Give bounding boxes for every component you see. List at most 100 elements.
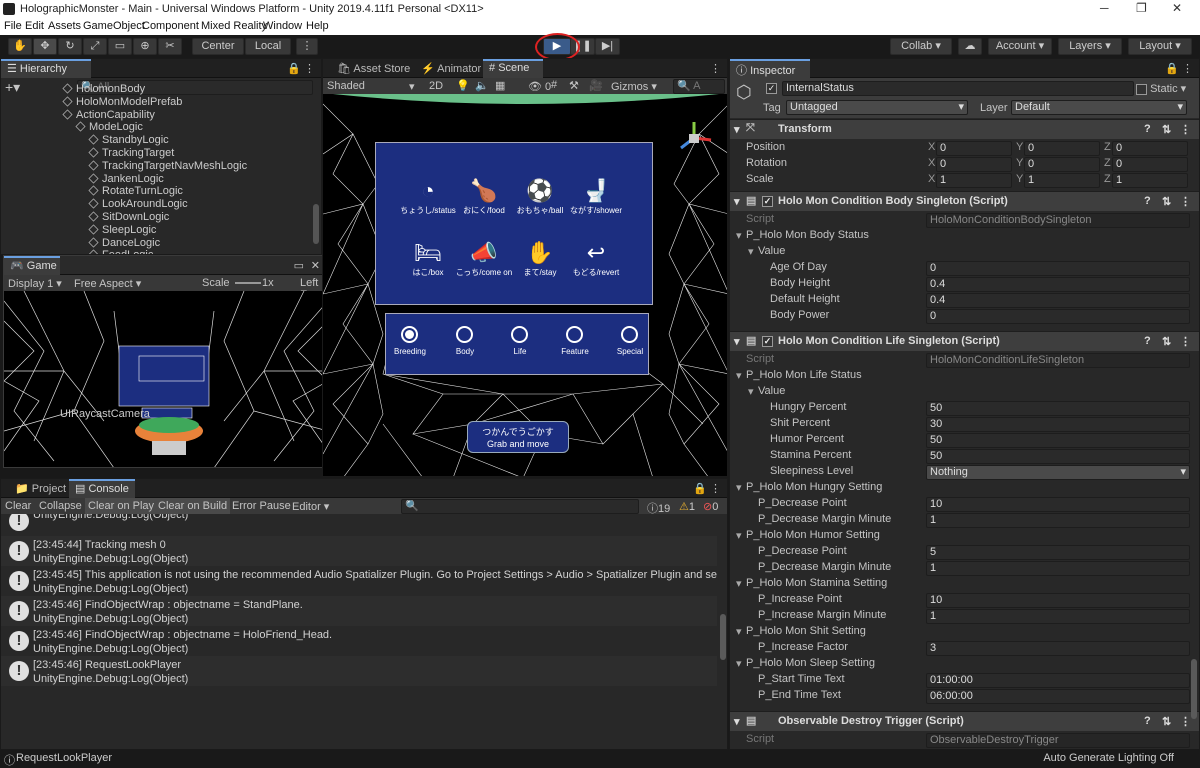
console-message[interactable]: ! [23:45:46] FindObjectWrap : objectname … (1, 626, 717, 656)
scale-slider[interactable] (235, 282, 261, 284)
camera-icon[interactable]: 🎥 (589, 79, 603, 92)
radio-breeding[interactable] (401, 326, 418, 343)
radio-life[interactable] (511, 326, 528, 343)
script-reference-field[interactable]: HoloMonConditionLifeSingleton (926, 353, 1190, 368)
value-field[interactable]: 30 (926, 417, 1190, 432)
sleepiness-dropdown[interactable]: Nothing ▾ (926, 465, 1190, 480)
foldout-arrow-icon[interactable]: ▾ (736, 625, 742, 638)
console-message[interactable]: ! [23:45:44] Tracking mesh 0 UnityEngine.D… (1, 536, 717, 566)
warning-count-toggle[interactable]: ⚠1 (679, 500, 695, 513)
menu-gameobject[interactable]: GameObject (83, 20, 145, 32)
value-field[interactable]: 0 (926, 309, 1190, 324)
add-icon[interactable]: +▾ (5, 79, 20, 96)
transform-x-field[interactable]: 0 (936, 141, 1012, 156)
menu-help[interactable]: Help (306, 20, 329, 32)
menu-component[interactable]: Component (142, 20, 199, 32)
kebab-menu-icon[interactable]: ⋮ (710, 62, 721, 75)
rect-tool-icon[interactable]: ▭ (108, 38, 132, 55)
value-field[interactable]: 1 (926, 561, 1190, 576)
tab-scene[interactable]: # Scene (483, 59, 543, 78)
console-message[interactable]: ! [23:45:45] This application is not usin… (1, 566, 717, 596)
collapse-button[interactable]: Collapse (39, 500, 82, 512)
gizmos-dropdown[interactable]: Gizmos ▾ (611, 80, 657, 93)
value-field[interactable]: 3 (926, 641, 1190, 656)
close-icon[interactable]: ✕ (1172, 1, 1182, 15)
lock-icon[interactable]: 🔒 (287, 62, 301, 75)
help-icon[interactable]: ? (1144, 335, 1151, 347)
transform-y-field[interactable]: 1 (1024, 173, 1100, 188)
transform-x-field[interactable]: 1 (936, 173, 1012, 188)
move-tool-icon[interactable]: ✥ (33, 38, 57, 55)
hud-button-hand[interactable]: ✋ まて/stay (510, 239, 570, 287)
script-reference-field[interactable]: ObservableDestroyTrigger (926, 733, 1190, 748)
audio-icon[interactable]: 🔈 (475, 79, 489, 92)
tab-game[interactable]: 🎮 Game (4, 256, 60, 275)
value-field[interactable]: 1 (926, 513, 1190, 528)
foldout-arrow-icon[interactable]: ▾ (734, 335, 740, 348)
menu-file[interactable]: File (4, 20, 22, 32)
kebab-menu-icon[interactable]: ⋮ (304, 62, 315, 75)
kebab-menu-icon[interactable]: ⋮ (710, 482, 721, 495)
foldout-arrow-icon[interactable]: ▾ (736, 657, 742, 670)
component-header[interactable]: ▾ ⤧ Transform? ⇅ ⋮ (730, 119, 1199, 139)
lock-icon[interactable]: 🔒 (693, 482, 707, 495)
account-dropdown[interactable]: Account ▾ (988, 38, 1052, 55)
pivot-local-button[interactable]: Local (245, 38, 291, 55)
foldout-arrow-icon[interactable]: ▾ (734, 123, 740, 136)
value-field[interactable]: 50 (926, 449, 1190, 464)
tools-icon[interactable]: ⚒ (569, 79, 579, 92)
help-icon[interactable]: ? (1144, 123, 1151, 135)
console-message[interactable]: ! [23:45:46] FindObjectWrap : objectname … (1, 596, 717, 626)
transform-z-field[interactable]: 0 (1112, 141, 1188, 156)
foldout-arrow-icon[interactable]: ▾ (736, 369, 742, 382)
value-field[interactable]: 10 (926, 497, 1190, 512)
tab-console[interactable]: ▤ Console (69, 479, 135, 498)
status-message[interactable]: RequestLookPlayer (16, 752, 112, 764)
console-search-input[interactable]: 🔍 (401, 499, 639, 514)
scene-view[interactable]: ◔ ちょうし/status 🍗 おにく/food ⚽ おもちゃ/ball 🚽 ながす/show… (323, 94, 727, 476)
lighting-icon[interactable]: 💡 (456, 79, 470, 92)
menu-edit[interactable]: Edit (25, 20, 44, 32)
object-name-field[interactable]: InternalStatus (782, 81, 1134, 96)
layers-dropdown[interactable]: Layers ▾ (1058, 38, 1122, 55)
hud-button-bed[interactable]: 🛏 はこ/box (398, 239, 458, 287)
hud-button-undo[interactable]: ↩ もどる/revert (566, 239, 626, 287)
tag-dropdown[interactable]: Untagged ▾ (786, 100, 968, 115)
preset-icon[interactable]: ⇅ (1162, 715, 1171, 728)
collab-button[interactable]: Collab ▾ (890, 38, 952, 55)
hud-button-drumstick[interactable]: 🍗 おにく/food (454, 177, 514, 225)
hierarchy-scrollbar[interactable] (313, 204, 319, 244)
clear-button[interactable]: Clear (5, 500, 31, 512)
cloud-icon[interactable]: ☁ (958, 38, 982, 55)
value-field[interactable]: 50 (926, 433, 1190, 448)
grid-snap-icon[interactable]: ⋮ (296, 38, 318, 55)
hud-button-megaphone[interactable]: 📣 こっち/come on (454, 239, 514, 287)
scene-orientation-gizmo[interactable] (675, 118, 713, 158)
tab-animator[interactable]: ⚡ Animator (415, 59, 487, 78)
kebab-menu-icon[interactable]: ⋮ (1180, 335, 1191, 348)
kebab-menu-icon[interactable]: ⋮ (1180, 715, 1191, 728)
console-message[interactable]: ! [23:45:46] RequestLookPlayer UnityEngine… (1, 656, 717, 686)
component-enabled-checkbox[interactable]: ✓ (762, 195, 773, 207)
active-checkbox[interactable]: ✓ (766, 82, 777, 94)
value-field[interactable]: 0.4 (926, 277, 1190, 292)
foldout-arrow-icon[interactable]: ▾ (736, 529, 742, 542)
radio-special[interactable] (621, 326, 638, 343)
value-field[interactable]: 0 (926, 261, 1190, 276)
kebab-menu-icon[interactable]: ⋮ (1180, 195, 1191, 208)
kebab-menu-icon[interactable]: ⋮ (1182, 62, 1193, 75)
tab-project[interactable]: 📁 Project (9, 479, 72, 498)
value-field[interactable]: 5 (926, 545, 1190, 560)
foldout-arrow-icon[interactable]: ▾ (736, 229, 742, 242)
layer-dropdown[interactable]: Default ▾ (1011, 100, 1187, 115)
value-field[interactable]: 06:00:00 (926, 689, 1190, 704)
transform-y-field[interactable]: 0 (1024, 141, 1100, 156)
foldout-arrow-icon[interactable]: ▾ (736, 481, 742, 494)
component-header[interactable]: ▾ ▤ ✓ Holo Mon Condition Life Singleton (Sc… (730, 331, 1199, 351)
clear-on-play-toggle[interactable]: Clear on Play (85, 498, 158, 514)
scale-tool-icon[interactable]: ⤢ (83, 38, 107, 55)
custom-tool-icon[interactable]: ✂ (158, 38, 182, 55)
layout-dropdown[interactable]: Layout ▾ (1128, 38, 1192, 55)
value-field[interactable]: 0.4 (926, 293, 1190, 308)
preset-icon[interactable]: ⇅ (1162, 335, 1171, 348)
